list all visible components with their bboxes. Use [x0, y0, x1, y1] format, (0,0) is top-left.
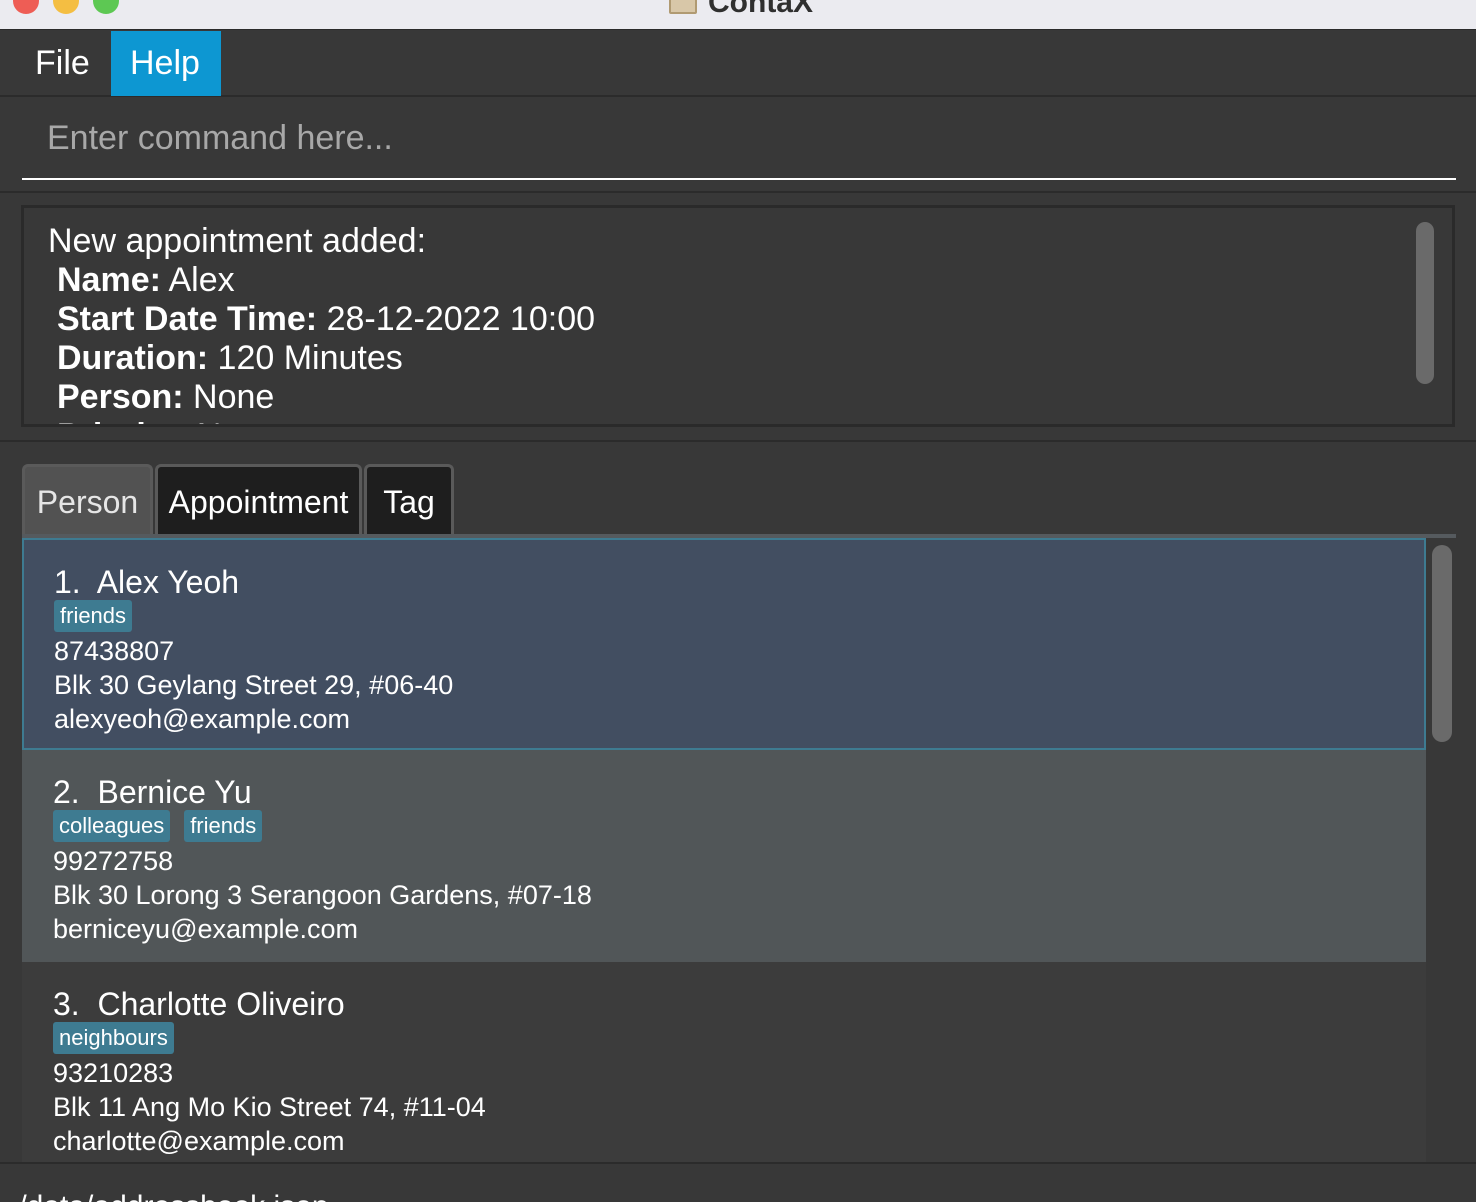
person-index: 3.	[53, 986, 80, 1022]
list-scrollbar[interactable]	[1432, 545, 1452, 742]
result-display[interactable]: New appointment added: Name: Alex Start …	[21, 205, 1455, 427]
menu-file[interactable]: File	[0, 31, 110, 96]
person-email: alexyeoh@example.com	[54, 704, 351, 734]
result-value: Alex	[160, 261, 235, 299]
person-name: Charlotte Oliveiro	[97, 986, 345, 1022]
status-bar: ./data/addressbook.json	[0, 1162, 1476, 1202]
result-label: Duration:	[57, 339, 209, 377]
tag-chip: friends	[184, 810, 263, 842]
person-phone: 87438807	[54, 636, 175, 666]
result-line-priority: Priority: None	[48, 417, 1452, 424]
result-line-name: Name: Alex	[48, 261, 1452, 300]
person-phone: 99272758	[53, 846, 174, 876]
result-label: Name:	[57, 261, 161, 299]
person-card[interactable]: 3. Charlotte Oliveiro neighbours 9321028…	[22, 962, 1426, 1162]
title-bar: ContaX	[0, 0, 1476, 30]
status-file-path: ./data/addressbook.json	[10, 1190, 329, 1202]
result-label: Priority:	[57, 417, 187, 424]
tag-chip: friends	[54, 600, 133, 632]
person-tags: neighbours	[53, 1022, 174, 1054]
close-window-icon[interactable]	[13, 0, 39, 14]
person-name-line: 1. Alex Yeoh	[54, 562, 239, 602]
person-phone: 93210283	[53, 1058, 174, 1088]
person-name-line: 3. Charlotte Oliveiro	[53, 984, 345, 1024]
person-card[interactable]: 2. Bernice Yu colleagues friends 9927275…	[22, 750, 1426, 962]
result-label: Start Date Time:	[57, 300, 318, 338]
app-icon	[669, 0, 697, 14]
tab-person[interactable]: Person	[22, 464, 153, 536]
tag-chip: colleagues	[53, 810, 171, 842]
person-email: berniceyu@example.com	[53, 914, 359, 944]
result-heading: New appointment added:	[48, 222, 427, 260]
minimize-window-icon[interactable]	[53, 0, 79, 14]
maximize-window-icon[interactable]	[93, 0, 119, 14]
person-index: 1.	[54, 564, 81, 600]
result-value: None	[183, 378, 275, 416]
person-tags: colleagues friends	[53, 810, 263, 842]
window-title: ContaX	[708, 0, 813, 19]
result-scrollbar[interactable]	[1416, 222, 1434, 384]
command-input[interactable]	[22, 98, 1456, 180]
result-value: None	[187, 417, 278, 424]
command-box	[0, 98, 1476, 193]
result-value: 120 Minutes	[208, 339, 403, 377]
result-line-person: Person: None	[48, 378, 1452, 417]
person-name: Alex Yeoh	[96, 564, 240, 600]
person-address: Blk 30 Geylang Street 29, #06-40	[54, 670, 454, 700]
result-line-duration: Duration: 120 Minutes	[48, 339, 1452, 378]
person-name-line: 2. Bernice Yu	[53, 772, 252, 812]
person-address: Blk 30 Lorong 3 Serangoon Gardens, #07-1…	[53, 880, 592, 910]
person-list: 1. Alex Yeoh friends 87438807 Blk 30 Gey…	[22, 538, 1426, 1162]
person-card-selected[interactable]: 1. Alex Yeoh friends 87438807 Blk 30 Gey…	[22, 538, 1426, 750]
tab-tag[interactable]: Tag	[364, 464, 454, 536]
person-name: Bernice Yu	[97, 774, 252, 810]
person-email: charlotte@example.com	[53, 1126, 345, 1156]
person-tags: friends	[54, 600, 133, 632]
person-address: Blk 11 Ang Mo Kio Street 74, #11-04	[53, 1092, 486, 1122]
person-index: 2.	[53, 774, 80, 810]
menu-bar: File Help	[0, 31, 1476, 97]
result-line-start: Start Date Time: 28-12-2022 10:00	[48, 300, 1452, 339]
tab-appointment[interactable]: Appointment	[155, 464, 362, 536]
result-label: Person:	[57, 378, 184, 416]
menu-help[interactable]: Help	[111, 31, 221, 96]
result-display-panel: New appointment added: Name: Alex Start …	[0, 194, 1476, 442]
result-value: 28-12-2022 10:00	[317, 300, 596, 338]
tag-chip: neighbours	[53, 1022, 174, 1054]
